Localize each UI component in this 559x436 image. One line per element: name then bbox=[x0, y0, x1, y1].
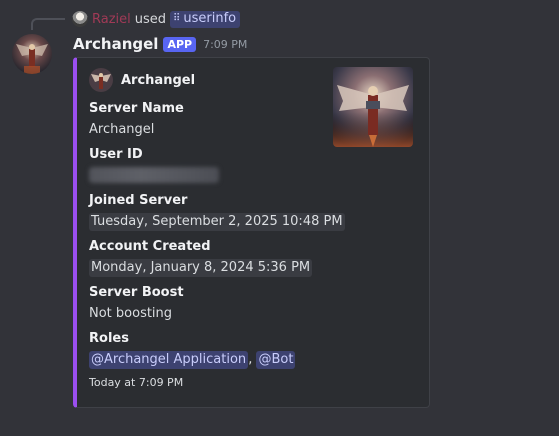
field-joined-server: Joined Server Tuesday, September 2, 2025… bbox=[89, 192, 345, 231]
field-value: Archangel bbox=[89, 122, 155, 137]
field-name: Server Name bbox=[89, 101, 184, 116]
field-value-redacted bbox=[89, 167, 219, 183]
slash-command-chip[interactable]: ⠿ userinfo bbox=[170, 10, 241, 28]
replied-user-avatar[interactable] bbox=[72, 11, 88, 27]
reply-context: Raziel used ⠿ userinfo bbox=[72, 10, 241, 28]
field-name: Roles bbox=[89, 331, 129, 346]
message-header: Archangel APP 7:09 PM bbox=[73, 34, 247, 54]
userinfo-embed: Archangel Server Name Archangel User ID … bbox=[73, 57, 430, 408]
reply-connector-line bbox=[31, 18, 65, 30]
roles-separator: , bbox=[248, 352, 253, 367]
field-user-id: User ID bbox=[89, 146, 219, 183]
command-icon: ⠿ bbox=[173, 12, 180, 24]
embed-footer: Today at 7:09 PM bbox=[89, 376, 184, 389]
reply-used-text: used bbox=[134, 11, 167, 27]
role-mention[interactable]: @Bot bbox=[256, 351, 296, 369]
timestamp-chip[interactable]: Tuesday, September 2, 2025 10:48 PM bbox=[89, 213, 345, 231]
role-mention[interactable]: @Archangel Application bbox=[89, 351, 249, 369]
field-value: Not boosting bbox=[89, 306, 173, 321]
embed-author-icon bbox=[89, 68, 113, 92]
field-name: Account Created bbox=[89, 239, 211, 254]
field-account-created: Account Created Monday, January 8, 2024 … bbox=[89, 238, 313, 277]
field-name: User ID bbox=[89, 147, 143, 162]
field-name: Joined Server bbox=[89, 193, 188, 208]
embed-author-name: Archangel bbox=[121, 72, 196, 88]
field-server-name: Server Name Archangel bbox=[89, 100, 184, 139]
redacted-user-id bbox=[89, 167, 219, 183]
author-name[interactable]: Archangel bbox=[73, 35, 158, 53]
replied-username[interactable]: Raziel bbox=[92, 12, 131, 27]
field-server-boost: Server Boost Not boosting bbox=[89, 284, 184, 323]
bot-avatar[interactable] bbox=[12, 34, 52, 74]
message-timestamp[interactable]: 7:09 PM bbox=[203, 38, 247, 51]
embed-author: Archangel bbox=[89, 68, 195, 92]
app-badge: APP bbox=[163, 36, 197, 52]
field-name: Server Boost bbox=[89, 285, 184, 300]
field-value: Tuesday, September 2, 2025 10:48 PM bbox=[89, 213, 345, 231]
field-value: @Archangel Application, @Bot bbox=[89, 351, 296, 369]
timestamp-chip[interactable]: Monday, January 8, 2024 5:36 PM bbox=[89, 259, 313, 277]
field-roles: Roles @Archangel Application, @Bot bbox=[89, 330, 296, 369]
slash-command-name: userinfo bbox=[183, 10, 237, 26]
field-value: Monday, January 8, 2024 5:36 PM bbox=[89, 259, 313, 277]
embed-thumbnail[interactable] bbox=[333, 67, 413, 147]
